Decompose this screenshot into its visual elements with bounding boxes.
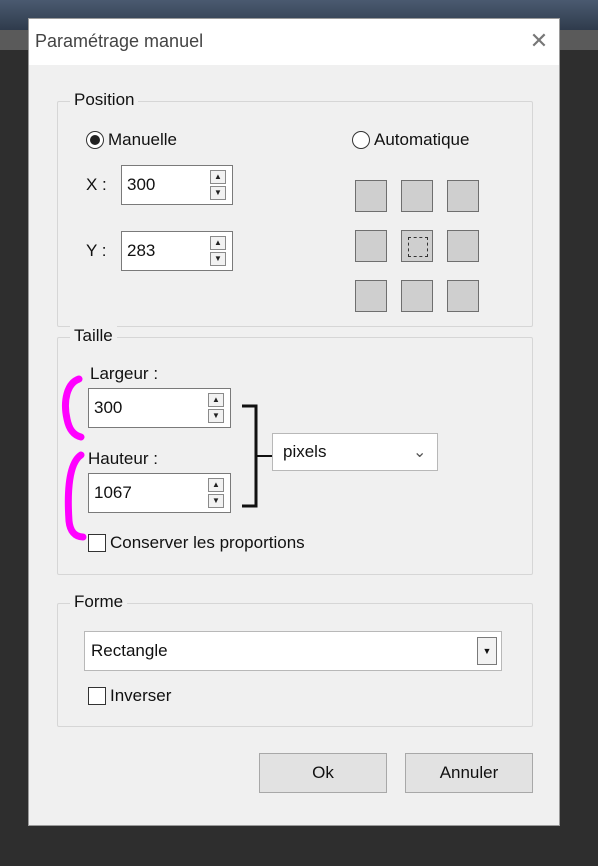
keep-ratio-checkbox[interactable]: Conserver les proportions bbox=[88, 533, 305, 553]
anchor-bottom-left[interactable] bbox=[355, 280, 387, 312]
keep-ratio-label: Conserver les proportions bbox=[110, 533, 305, 552]
x-label: X : bbox=[86, 175, 107, 194]
height-down-arrow-icon[interactable]: ▼ bbox=[208, 494, 224, 508]
anchor-top-center[interactable] bbox=[401, 180, 433, 212]
height-spinbox[interactable]: 1067 ▲ ▼ bbox=[88, 473, 231, 513]
y-label: Y : bbox=[86, 241, 107, 260]
position-group-label: Position bbox=[70, 90, 139, 110]
shape-dropdown-arrow-icon[interactable]: ▼ bbox=[477, 637, 497, 665]
x-spin-arrows[interactable]: ▲ ▼ bbox=[210, 170, 226, 200]
y-down-arrow-icon[interactable]: ▼ bbox=[210, 252, 226, 266]
title-bar: Paramétrage manuel ✕ bbox=[29, 19, 559, 65]
background-right bbox=[560, 50, 598, 866]
anchor-bottom-center[interactable] bbox=[401, 280, 433, 312]
anchor-top-left[interactable] bbox=[355, 180, 387, 212]
shape-group: Forme Rectangle ▼ Inverser bbox=[57, 592, 533, 727]
automatic-radio[interactable]: Automatique bbox=[352, 130, 469, 150]
cancel-button[interactable]: Annuler bbox=[405, 753, 533, 793]
width-label: Largeur : bbox=[90, 364, 159, 383]
size-group-label: Taille bbox=[70, 326, 117, 346]
unit-value: pixels bbox=[283, 442, 327, 461]
width-down-arrow-icon[interactable]: ▼ bbox=[208, 409, 224, 423]
ok-button[interactable]: Ok bbox=[259, 753, 387, 793]
shape-value: Rectangle bbox=[91, 641, 168, 660]
x-down-arrow-icon[interactable]: ▼ bbox=[210, 186, 226, 200]
close-icon[interactable]: ✕ bbox=[523, 25, 555, 57]
invert-label: Inverser bbox=[110, 686, 172, 705]
manual-settings-dialog: Paramétrage manuel ✕ Position Manuelle A… bbox=[28, 18, 560, 826]
width-up-arrow-icon[interactable]: ▲ bbox=[208, 393, 224, 407]
background-bottom bbox=[0, 826, 598, 866]
anchor-top-right[interactable] bbox=[447, 180, 479, 212]
height-spin-arrows[interactable]: ▲ ▼ bbox=[208, 478, 224, 508]
anchor-middle-right[interactable] bbox=[447, 230, 479, 262]
width-spin-arrows[interactable]: ▲ ▼ bbox=[208, 393, 224, 423]
height-label: Hauteur : bbox=[88, 449, 158, 468]
background-left bbox=[0, 50, 28, 866]
invert-checkbox[interactable]: Inverser bbox=[88, 686, 171, 706]
chevron-down-icon: ⌄ bbox=[413, 444, 427, 461]
position-group: Position Manuelle Automatique X : 300 ▲ … bbox=[57, 90, 533, 327]
unit-select[interactable]: pixels ⌄ bbox=[272, 433, 438, 471]
y-spin-arrows[interactable]: ▲ ▼ bbox=[210, 236, 226, 266]
height-up-arrow-icon[interactable]: ▲ bbox=[208, 478, 224, 492]
width-input[interactable]: 300 bbox=[94, 398, 122, 418]
manual-radio-label: Manuelle bbox=[108, 130, 177, 149]
width-spinbox[interactable]: 300 ▲ ▼ bbox=[88, 388, 231, 428]
anchor-bottom-right[interactable] bbox=[447, 280, 479, 312]
manual-radio[interactable]: Manuelle bbox=[86, 130, 177, 150]
x-spinbox[interactable]: 300 ▲ ▼ bbox=[121, 165, 233, 205]
automatic-radio-button[interactable] bbox=[352, 131, 370, 149]
y-spinbox[interactable]: 283 ▲ ▼ bbox=[121, 231, 233, 271]
size-group: Taille Largeur : 300 ▲ ▼ Hauteur : 1067 … bbox=[57, 326, 533, 575]
automatic-radio-label: Automatique bbox=[374, 130, 470, 149]
x-up-arrow-icon[interactable]: ▲ bbox=[210, 170, 226, 184]
highlight-annotation bbox=[62, 375, 87, 541]
x-input[interactable]: 300 bbox=[127, 175, 155, 195]
shape-group-label: Forme bbox=[70, 592, 128, 612]
anchor-center[interactable] bbox=[401, 230, 433, 262]
anchor-middle-left[interactable] bbox=[355, 230, 387, 262]
height-input[interactable]: 1067 bbox=[94, 483, 132, 503]
y-input[interactable]: 283 bbox=[127, 241, 155, 261]
shape-select[interactable]: Rectangle ▼ bbox=[84, 631, 502, 671]
manual-radio-button[interactable] bbox=[86, 131, 104, 149]
y-up-arrow-icon[interactable]: ▲ bbox=[210, 236, 226, 250]
dialog-title: Paramétrage manuel bbox=[35, 31, 204, 51]
invert-box[interactable] bbox=[88, 687, 106, 705]
